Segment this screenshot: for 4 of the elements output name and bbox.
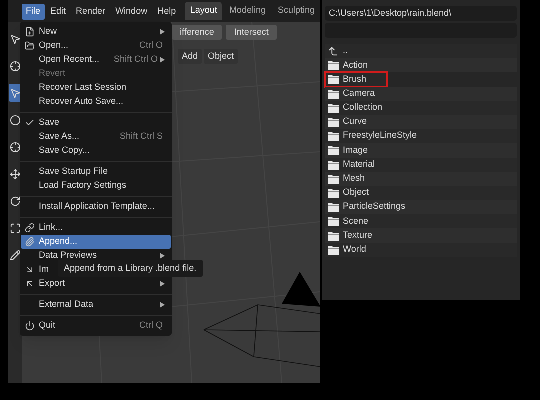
shortcut-label: Shift Ctrl S xyxy=(120,130,163,144)
shortcut-label: Ctrl Q xyxy=(140,319,163,332)
shortcut-label: Shift Ctrl O xyxy=(114,53,158,66)
shortcut-label: Ctrl O xyxy=(140,39,163,52)
